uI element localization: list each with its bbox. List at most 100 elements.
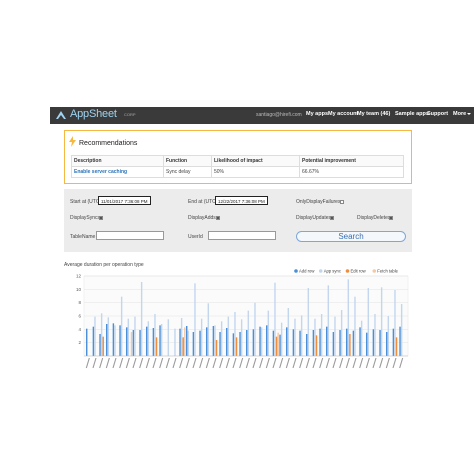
x-tick-label-mark [279,357,284,369]
chart-bar [275,336,278,356]
display-updates-label: DisplayUpdates [296,215,332,221]
x-tick-label-mark [205,357,210,369]
display-adds-checkbox[interactable] [216,216,220,220]
x-tick-label-mark [192,357,197,369]
enable-server-caching-link[interactable]: Enable server caching [71,166,164,178]
chart-bar [154,314,156,356]
chart-bar [279,334,281,356]
chart-bar [259,326,261,356]
chart-bar [219,332,221,356]
x-tick-label-mark [199,357,204,369]
nav-link-more[interactable]: More [453,111,472,117]
display-adds-label: DisplayAdds [188,215,216,221]
nav-more-label: More [453,111,467,117]
chart-bar [347,279,350,356]
nav-link-my-apps[interactable]: My apps [306,111,328,117]
chart-bar [240,319,243,356]
x-tick-label-mark [159,357,164,369]
chart-bar [147,321,150,356]
x-tick-label-mark [312,357,317,369]
x-tick-label-mark [392,357,397,369]
chart-bar [134,316,136,356]
end-at-label: End at (UTC) [188,199,218,205]
nav-link-sample-apps[interactable]: Sample apps [395,111,429,117]
table-name-input[interactable] [96,231,164,240]
display-deletes-checkbox[interactable] [389,216,393,220]
chart-bar [274,282,276,356]
nav-link-my-account[interactable]: My account [328,111,358,117]
x-tick-label-mark [339,357,344,369]
x-tick-label-mark [132,357,137,369]
search-button[interactable]: Search [296,231,406,242]
legend-label: App sync [324,269,341,274]
nav-link-support[interactable]: Support [427,111,448,117]
chart-bar [206,327,208,356]
x-tick-label-mark [172,357,177,369]
chart-bar [184,327,186,356]
column-header-description: Description [71,155,164,167]
x-tick-label-mark [139,357,144,369]
chart-bar [130,332,133,356]
chart-bar [367,288,370,356]
display-syncs-checkbox[interactable] [99,216,103,220]
chart-bar [112,323,115,356]
end-at-input[interactable]: 12/22/2017 7:36:08 PM [215,196,268,205]
chart-bar [346,328,348,356]
chart-bar [320,314,323,356]
brand-name[interactable]: AppSheet [70,108,117,120]
chart-bar [140,282,143,356]
x-tick-label-mark [385,357,390,369]
chart-bar [226,328,228,356]
x-tick-label-mark [145,357,150,369]
chart-bar [394,290,396,356]
x-tick-label-mark [165,357,170,369]
legend-label: Add row [299,269,315,274]
chart-bar [99,334,101,356]
nav-link-my-team[interactable]: My team (46) [357,111,390,117]
chart-bar [319,328,321,356]
chart-bar [214,325,216,356]
chart-bar [199,330,201,356]
chart-bar [179,328,181,356]
chart-bar [327,285,330,356]
x-tick-label-mark [112,357,117,369]
duration-bar-chart: 2 4 6 8 10 12 Add row App sync Edit row Fetch tab… [76,269,409,369]
x-tick-label-mark [252,357,257,369]
improvement-cell: 66.67% [299,166,404,178]
start-at-input[interactable]: 11/01/2017 7:36:08 PM [98,196,151,205]
chart-bar [294,318,296,356]
chart-bar [287,308,290,356]
chart-bar [215,340,218,356]
chevron-down-icon [467,112,472,115]
chart-bar [326,326,328,356]
chart-bar [266,325,268,356]
x-tick-label-mark [399,357,404,369]
chart-bar [92,326,95,356]
x-tick-label-mark [85,357,90,369]
display-updates-checkbox[interactable] [330,216,334,220]
chart-bar [114,325,116,356]
chart-bar [299,330,301,356]
only-display-failures-checkbox[interactable] [340,200,344,204]
x-tick-label-mark [272,357,277,369]
x-tick-label-mark [99,357,104,369]
user-id-input[interactable] [208,231,276,240]
y-tick-label: 12 [76,274,82,279]
x-tick-label-mark [265,357,270,369]
chart-bar [239,332,241,356]
chart-bar [227,316,230,356]
recommendations-table: Description Function Likelihood of impac… [71,155,404,178]
chart-bar [180,318,183,356]
chart-bar [392,328,395,356]
user-id-label: UserId [188,234,203,240]
chart-bar [372,329,375,356]
chart-bar [174,328,176,356]
chart-bar [234,312,236,356]
function-cell: Sync delay [163,166,212,178]
chart-bar [167,319,170,356]
x-tick-label-mark [285,357,290,369]
chart-bar [120,296,123,356]
y-tick-label: 2 [78,340,81,345]
chart-bar [267,310,270,356]
x-tick-label-mark [325,357,330,369]
